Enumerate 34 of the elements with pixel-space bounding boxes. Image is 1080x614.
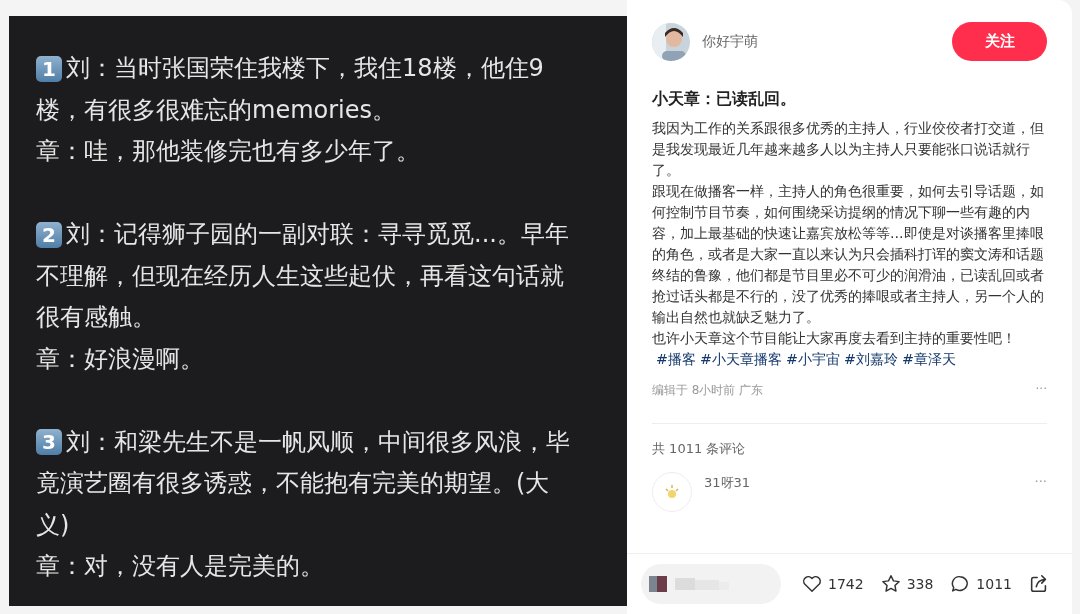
note-text: 刘：当时张国荣住我楼下，我住18楼，他住9: [66, 53, 544, 84]
note-text: 章：哇，那他装修完也有多少年了。: [36, 136, 420, 167]
note-text: 章：好浪漫啊。: [36, 343, 204, 375]
note-text: 很有感触。: [36, 302, 156, 333]
star-count: 338: [906, 576, 934, 592]
star-icon[interactable]: [879, 573, 902, 595]
hashtag-link[interactable]: #小天章播客: [699, 351, 782, 367]
post-paragraph: 跟现在做播客一样，主持人的角色很重要，如何去引导话题，如何控制节目节奏，如何围绕采访提纲的情况下聊一些有趣的内容，加上最基础的快速让嘉宾放松等等...即使是对谈播客里捧哏的角色，或者是大家一直以来认为只会插科打诨的窦文涛和话题终结的鲁豫，他们都是节目里必不可少的润滑油，已读乱回或者抢过话头都是不行的，没了优秀的捧哏或者主持人，另一个人的输出自然也就缺乏魅力了。: [652, 182, 1045, 327]
hashtag-link[interactable]: #刘嘉玲: [843, 351, 898, 367]
number-badge: 3: [36, 429, 62, 456]
note-text: 楼，有很多很难忘的memories。: [36, 94, 396, 126]
number-badge: 1: [36, 55, 62, 82]
post-paragraph: 我因为工作的关系跟很多优秀的主持人，行业佼佼者打交道，但是我发现最近几年越来越多人以为主持人只要能张口说话就行了。: [652, 119, 1045, 180]
hashtag-link[interactable]: #播客: [656, 351, 696, 367]
number-badge: 2: [36, 221, 62, 248]
note-text: 竟演艺圈有很多诱惑，不能抱有完美的期望。(大: [36, 468, 550, 499]
comment-count: 共 1011 条评论: [652, 440, 747, 458]
post-meta: 编辑于 8小时前 广东: [652, 382, 764, 399]
note-text: 刘：和梁先生不是一帆风顺，中间很多风浪，毕: [66, 426, 570, 458]
hashtag-link[interactable]: #小宇宙: [785, 351, 840, 367]
comment-field[interactable]: [641, 564, 781, 604]
note-text: 章：对，没有人是完美的。: [36, 551, 324, 582]
comment-total: 1011: [976, 576, 1012, 592]
like-count: 1742: [828, 576, 864, 592]
post-paragraph: 也许小天章这个节目能让大家再度去看到主持的重要性吧！ #播客 #小天章播客 #小宇宙 #刘嘉玲 #章泽天: [652, 329, 1017, 369]
author-name[interactable]: 你好宇萌: [702, 32, 940, 51]
hashtag-link[interactable]: #章泽天: [901, 351, 956, 367]
follow-button[interactable]: 关注: [952, 22, 1047, 61]
heart-icon[interactable]: [801, 573, 823, 595]
note-text: 不理解，但现在经历人生这些起伏，再看这句话就: [36, 260, 564, 292]
note-text: 义): [36, 509, 70, 541]
commenter-name[interactable]: 31呀31: [704, 474, 1023, 492]
post-title: 小天章：已读乱回。: [652, 89, 797, 110]
note-text: 刘：记得狮子园的一副对联：寻寻觅觅...。早年: [66, 219, 569, 250]
